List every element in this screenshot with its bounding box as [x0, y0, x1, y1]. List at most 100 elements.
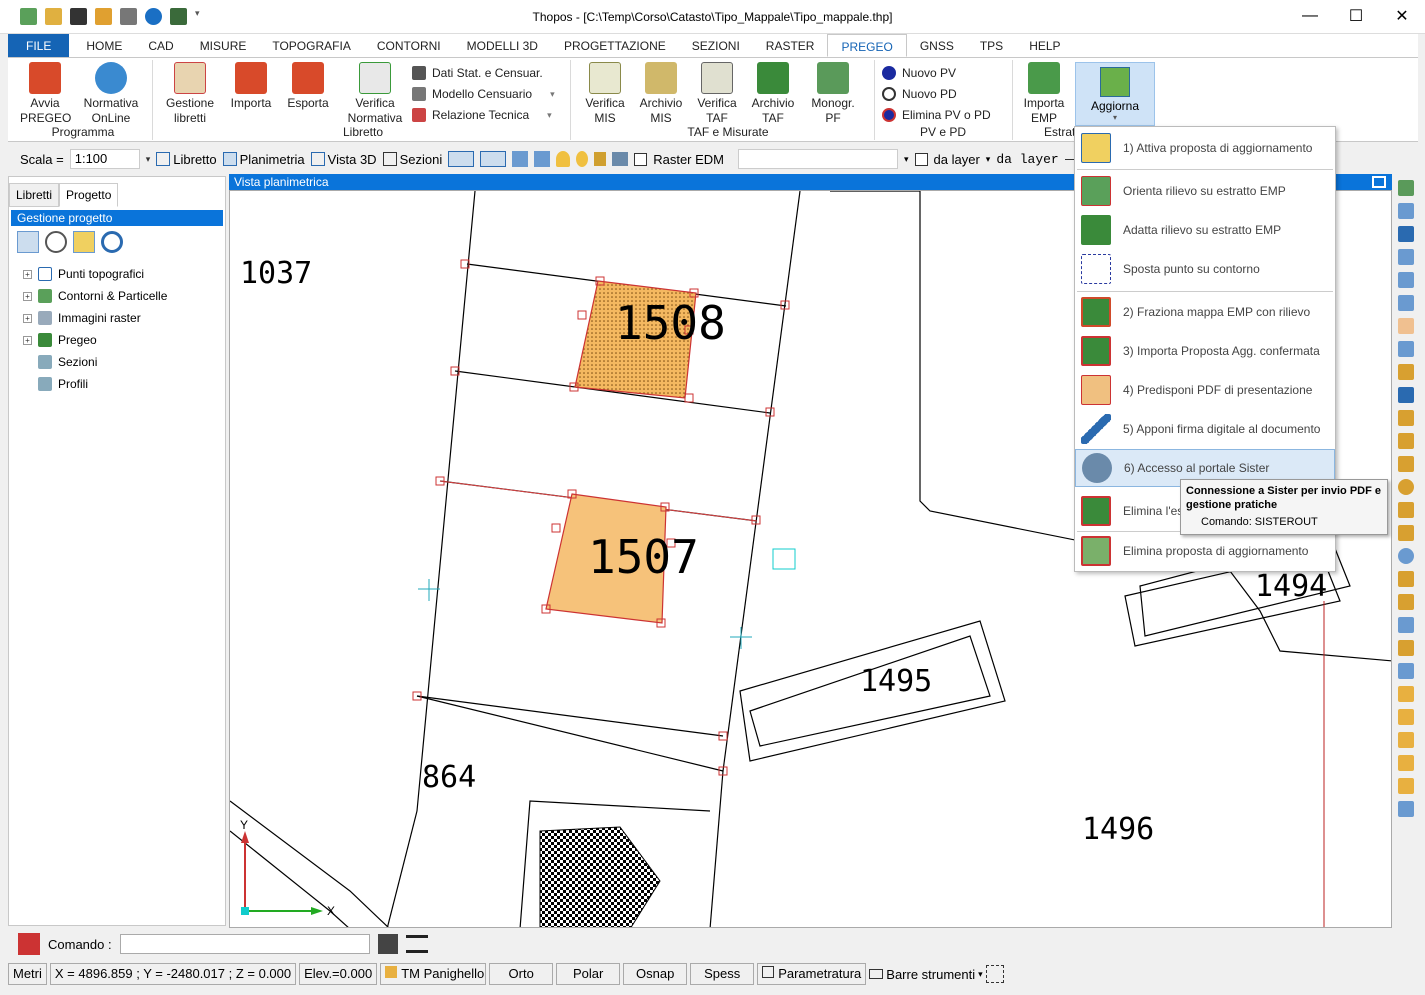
tab-raster[interactable]: RASTER: [753, 34, 828, 57]
minimize-button[interactable]: —: [1287, 0, 1333, 32]
layer-checkbox[interactable]: [914, 152, 928, 166]
modello-censuario-button[interactable]: Modello Censuario ▾: [412, 87, 555, 101]
snap-arc-icon[interactable]: [1398, 663, 1414, 679]
importa-button[interactable]: Importa: [226, 62, 276, 111]
normativa-online-button[interactable]: Normativa OnLine: [80, 62, 142, 126]
elevation-field[interactable]: Elev.=0.000: [299, 963, 378, 985]
tab-progettazione[interactable]: PROGETTAZIONE: [551, 34, 679, 57]
maximize-button[interactable]: ☐: [1333, 0, 1379, 32]
pan-hand-icon[interactable]: [1398, 318, 1414, 334]
menu-item-fraziona-mappa[interactable]: 2) Fraziona mappa EMP con rilievo: [1075, 293, 1335, 331]
polar-toggle[interactable]: Polar: [556, 963, 621, 985]
menu-item-sposta-punto[interactable]: Sposta punto su contorno: [1075, 250, 1335, 288]
ruler-icon[interactable]: [1398, 709, 1414, 725]
menu-item-attiva-proposta[interactable]: 1) Attiva proposta di aggiornamento: [1075, 129, 1335, 167]
tree-item-contorni[interactable]: + Contorni & Particelle: [23, 285, 167, 307]
tab-topografia[interactable]: TOPOGRAFIA: [259, 34, 363, 57]
osnap-toggle[interactable]: Osnap: [623, 963, 688, 985]
stack-icon[interactable]: [534, 151, 551, 167]
snap-par-icon[interactable]: [1398, 617, 1414, 633]
units-field[interactable]: Metri: [8, 963, 47, 985]
sezioni-view-button[interactable]: Sezioni: [382, 152, 442, 167]
menu-item-importa-proposta[interactable]: 3) Importa Proposta Agg. confermata: [1075, 332, 1335, 370]
menu-item-adatta-rilievo[interactable]: Adatta rilievo su estratto EMP: [1075, 211, 1335, 249]
angle-icon[interactable]: [1398, 755, 1414, 771]
importa-emp-button[interactable]: Importa EMP: [1018, 62, 1070, 126]
zoom-icon[interactable]: [45, 231, 67, 253]
tab-pregeo[interactable]: PREGEO: [827, 34, 907, 57]
snap-mid-icon[interactable]: [1398, 433, 1414, 449]
verifica-mis-button[interactable]: Verifica MIS: [580, 62, 630, 126]
zoom-extents-icon[interactable]: [1398, 180, 1414, 196]
nuovo-pv-button[interactable]: Nuovo PV: [882, 66, 956, 80]
layout-icon[interactable]: [448, 151, 475, 167]
verifica-taf-button[interactable]: Verifica TAF: [692, 62, 742, 126]
list-icon[interactable]: [1398, 801, 1414, 817]
relazione-tecnica-button[interactable]: Relazione Tecnica ▾: [412, 108, 552, 122]
area-icon[interactable]: [1398, 732, 1414, 748]
snap-quad-icon[interactable]: [1398, 548, 1414, 564]
tab-contorni[interactable]: CONTORNI: [364, 34, 454, 57]
tab-progetto[interactable]: Progetto: [59, 183, 119, 207]
zoom-prev-icon[interactable]: [1398, 295, 1414, 311]
snap-perp-icon[interactable]: [1398, 502, 1414, 518]
snap-near-icon[interactable]: [1398, 571, 1414, 587]
esporta-button[interactable]: Esporta: [282, 62, 334, 111]
spess-toggle[interactable]: Spess: [690, 963, 755, 985]
tab-misure[interactable]: MISURE: [187, 34, 260, 57]
snap-ext-icon[interactable]: [1398, 594, 1414, 610]
menu-item-predisponi-pdf[interactable]: 4) Predisponi PDF di presentazione: [1075, 371, 1335, 409]
libretto-view-button[interactable]: Libretto: [156, 152, 217, 167]
snap-tangent-icon[interactable]: [1398, 525, 1414, 541]
tab-cad[interactable]: CAD: [135, 34, 186, 57]
tab-modelli-3d[interactable]: MODELLI 3D: [454, 34, 551, 57]
tree-item-punti[interactable]: + Punti topografici: [23, 263, 167, 285]
list-view-icon[interactable]: [405, 935, 428, 953]
avvia-pregeo-button[interactable]: Avvia PREGEO: [20, 62, 71, 126]
tab-home[interactable]: HOME: [73, 34, 135, 57]
tree-item-sezioni[interactable]: Sezioni: [23, 351, 167, 373]
tab-tps[interactable]: TPS: [967, 34, 1016, 57]
calculator-icon[interactable]: [377, 934, 398, 954]
tab-sezioni[interactable]: SEZIONI: [679, 34, 753, 57]
vista-3d-button[interactable]: Vista 3D: [310, 152, 377, 167]
bulb-icon[interactable]: [576, 151, 589, 167]
rows-icon[interactable]: [480, 151, 507, 167]
tree-item-raster[interactable]: + Immagini raster: [23, 307, 167, 329]
verifica-normativa-button[interactable]: Verifica Normativa: [344, 62, 406, 126]
scale-select[interactable]: 1:100: [69, 149, 140, 169]
zoom-window-icon[interactable]: [1398, 203, 1414, 219]
measure-icon[interactable]: [1398, 686, 1414, 702]
tab-libretti[interactable]: Libretti: [9, 183, 60, 207]
tree-item-profili[interactable]: Profili: [23, 373, 167, 395]
menu-item-elimina-proposta[interactable]: Elimina proposta di aggiornamento: [1075, 532, 1335, 570]
parametratura-toggle[interactable]: Parametratura: [757, 963, 867, 985]
menu-item-firma-digitale[interactable]: 5) Apponi firma digitale al documento: [1075, 410, 1335, 448]
snap-node-icon[interactable]: [1398, 640, 1414, 656]
menu-item-orienta-rilievo[interactable]: Orienta rilievo su estratto EMP: [1075, 172, 1335, 210]
dati-stat-button[interactable]: Dati Stat. e Censuar.: [412, 66, 543, 80]
regen-icon[interactable]: [1398, 341, 1414, 357]
tm-field[interactable]: TM Panighello: [380, 963, 487, 985]
printer-icon[interactable]: [612, 152, 629, 166]
barre-strumenti-button[interactable]: Barre strumenti ▾: [869, 967, 983, 982]
tab-gnss[interactable]: GNSS: [907, 34, 967, 57]
lightbulb-icon[interactable]: [556, 151, 571, 167]
gestione-libretti-button[interactable]: Gestione libretti: [160, 62, 220, 126]
monografia-pf-button[interactable]: Monogr. PF: [806, 62, 860, 126]
snap-number-icon[interactable]: [1398, 387, 1414, 403]
nuovo-pd-button[interactable]: Nuovo PD: [882, 87, 957, 101]
orto-toggle[interactable]: Orto: [489, 963, 554, 985]
close-button[interactable]: ✕: [1379, 0, 1425, 32]
refresh-icon[interactable]: [101, 231, 123, 253]
raster-select[interactable]: [738, 149, 899, 169]
aggiorna-button[interactable]: Aggiorna ▾: [1075, 62, 1155, 126]
sync-icon[interactable]: [73, 231, 95, 253]
tab-file[interactable]: FILE: [8, 34, 70, 57]
maximize-view-icon[interactable]: [1372, 176, 1386, 188]
command-input[interactable]: [119, 934, 370, 954]
fullscreen-icon[interactable]: [985, 965, 1004, 983]
archivio-taf-button[interactable]: Archivio TAF: [748, 62, 798, 126]
select-icon[interactable]: [17, 231, 39, 253]
linetype-select[interactable]: da layer: [996, 152, 1058, 167]
